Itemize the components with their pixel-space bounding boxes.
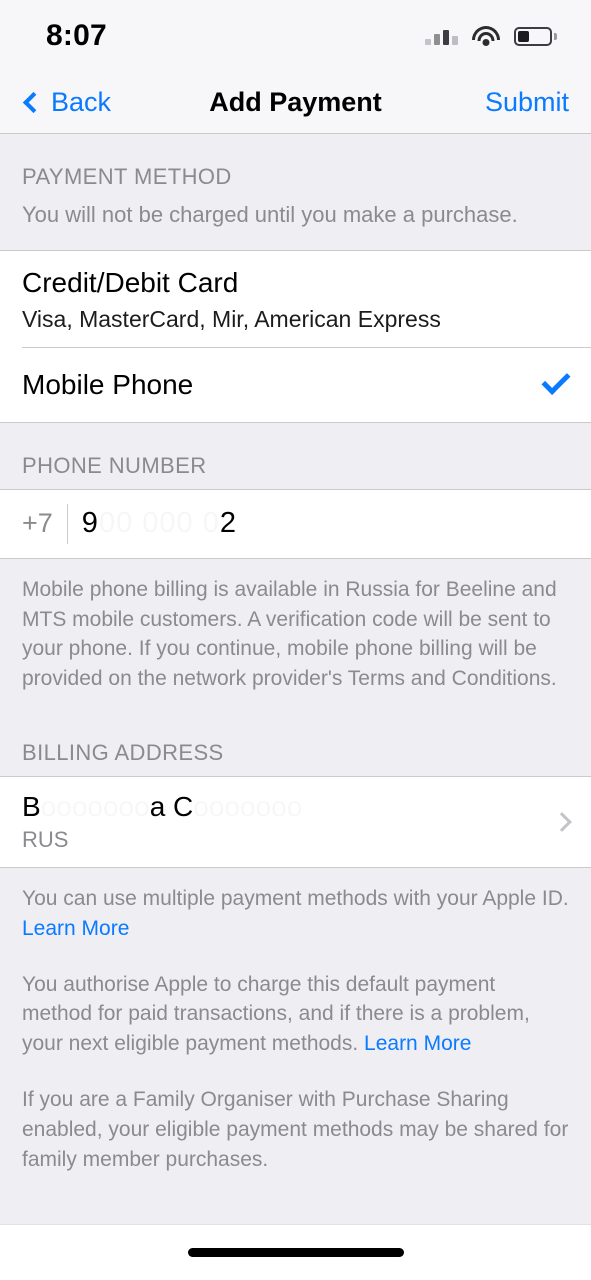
phone-number-card: +7 900 000 02 (0, 488, 591, 559)
phone-number-header: PHONE NUMBER (22, 452, 207, 478)
home-indicator-area (0, 1224, 591, 1280)
billing-address-header: BILLING ADDRESS (22, 739, 224, 765)
status-bar-indicators (425, 26, 557, 46)
billing-address-card: Boooooooa Cooooooo RUS (0, 775, 591, 868)
navigation-bar: Back Add Payment Submit (0, 72, 591, 134)
country-code-label: +7 (22, 508, 53, 539)
billing-address-line1: Boooooooa Cooooooo (22, 790, 194, 822)
payment-option-credit-card[interactable]: Credit/Debit Card Visa, MasterCard, Mir,… (0, 250, 591, 347)
payment-method-header: PAYMENT METHOD (22, 164, 232, 189)
billing-address-row[interactable]: Boooooooa Cooooooo RUS (0, 776, 591, 867)
footer-paragraph-2: You authorise Apple to charge this defau… (22, 972, 530, 1056)
payment-option-title: Credit/Debit Card (22, 266, 239, 298)
wifi-icon (472, 26, 500, 46)
footer-paragraph-3: If you are a Family Organiser with Purch… (22, 1088, 569, 1171)
phone-number-field[interactable]: +7 900 000 02 (0, 489, 591, 558)
payment-method-subtitle: You will not be charged until you make a… (22, 202, 518, 227)
cellular-signal-icon (425, 27, 458, 45)
iphone-screen: 8:07 Back Add Payment Submit PAYMENT MET… (0, 0, 591, 1280)
phone-number-footer: Mobile phone billing is available in Rus… (0, 559, 591, 694)
home-indicator[interactable] (187, 1248, 404, 1257)
payment-method-card: Credit/Debit Card Visa, MasterCard, Mir,… (0, 249, 591, 423)
billing-address-country: RUS (22, 826, 69, 852)
submit-button[interactable]: Submit (485, 87, 569, 118)
payment-option-mobile-phone[interactable]: Mobile Phone (0, 347, 591, 422)
battery-icon (514, 26, 557, 46)
payment-option-title: Mobile Phone (22, 369, 194, 401)
back-button-label: Back (51, 87, 112, 117)
phone-number-footer-text: Mobile phone billing is available in Rus… (22, 577, 557, 691)
legal-footer: You can use multiple payment methods wit… (0, 868, 591, 1175)
learn-more-link[interactable]: Learn More (22, 917, 129, 940)
status-bar: 8:07 (0, 0, 591, 72)
chevron-right-icon (552, 812, 572, 832)
status-bar-time: 8:07 (46, 19, 107, 52)
payment-option-subtitle: Visa, MasterCard, Mir, American Express (22, 305, 441, 332)
back-button[interactable]: Back (22, 87, 111, 118)
footer-paragraph-1: You can use multiple payment methods wit… (22, 886, 569, 940)
settings-list: PAYMENT METHOD You will not be charged u… (0, 134, 591, 1224)
chevron-left-icon (22, 91, 45, 114)
learn-more-link[interactable]: Learn More (364, 1032, 471, 1055)
phone-number-value: 900 000 02 (81, 507, 237, 540)
checkmark-icon (541, 366, 571, 396)
